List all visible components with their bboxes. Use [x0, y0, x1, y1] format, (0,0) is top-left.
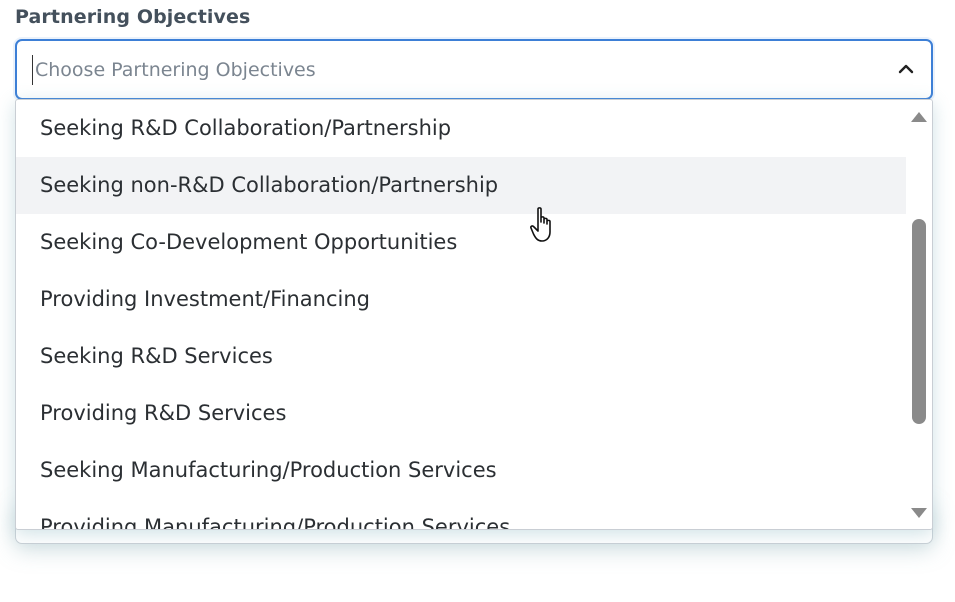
option-seeking-rd-services[interactable]: Seeking R&D Services: [16, 328, 906, 385]
partnering-objectives-select[interactable]: [15, 39, 933, 100]
partnering-objectives-search-input[interactable]: [32, 55, 855, 85]
option-seeking-manufacturing[interactable]: Seeking Manufacturing/Production Service…: [16, 442, 906, 499]
scroll-up-arrow-icon[interactable]: [910, 110, 928, 124]
scrollbar-thumb[interactable]: [912, 219, 926, 424]
option-providing-manufacturing[interactable]: Providing Manufacturing/Production Servi…: [16, 499, 906, 529]
options-list: Seeking R&D Collaboration/Partnership Se…: [16, 100, 906, 529]
option-providing-rd-services[interactable]: Providing R&D Services: [16, 385, 906, 442]
option-seeking-rd-collaboration[interactable]: Seeking R&D Collaboration/Partnership: [16, 100, 906, 157]
dropdown-scrollbar[interactable]: [906, 100, 932, 529]
chevron-up-icon[interactable]: [895, 58, 917, 80]
scroll-down-arrow-icon[interactable]: [910, 506, 928, 520]
option-providing-investment[interactable]: Providing Investment/Financing: [16, 271, 906, 328]
option-seeking-non-rd-collaboration[interactable]: Seeking non-R&D Collaboration/Partnershi…: [16, 157, 906, 214]
field-label: Partnering Objectives: [15, 6, 251, 28]
option-seeking-co-development[interactable]: Seeking Co-Development Opportunities: [16, 214, 906, 271]
options-dropdown: Seeking R&D Collaboration/Partnership Se…: [15, 99, 933, 530]
